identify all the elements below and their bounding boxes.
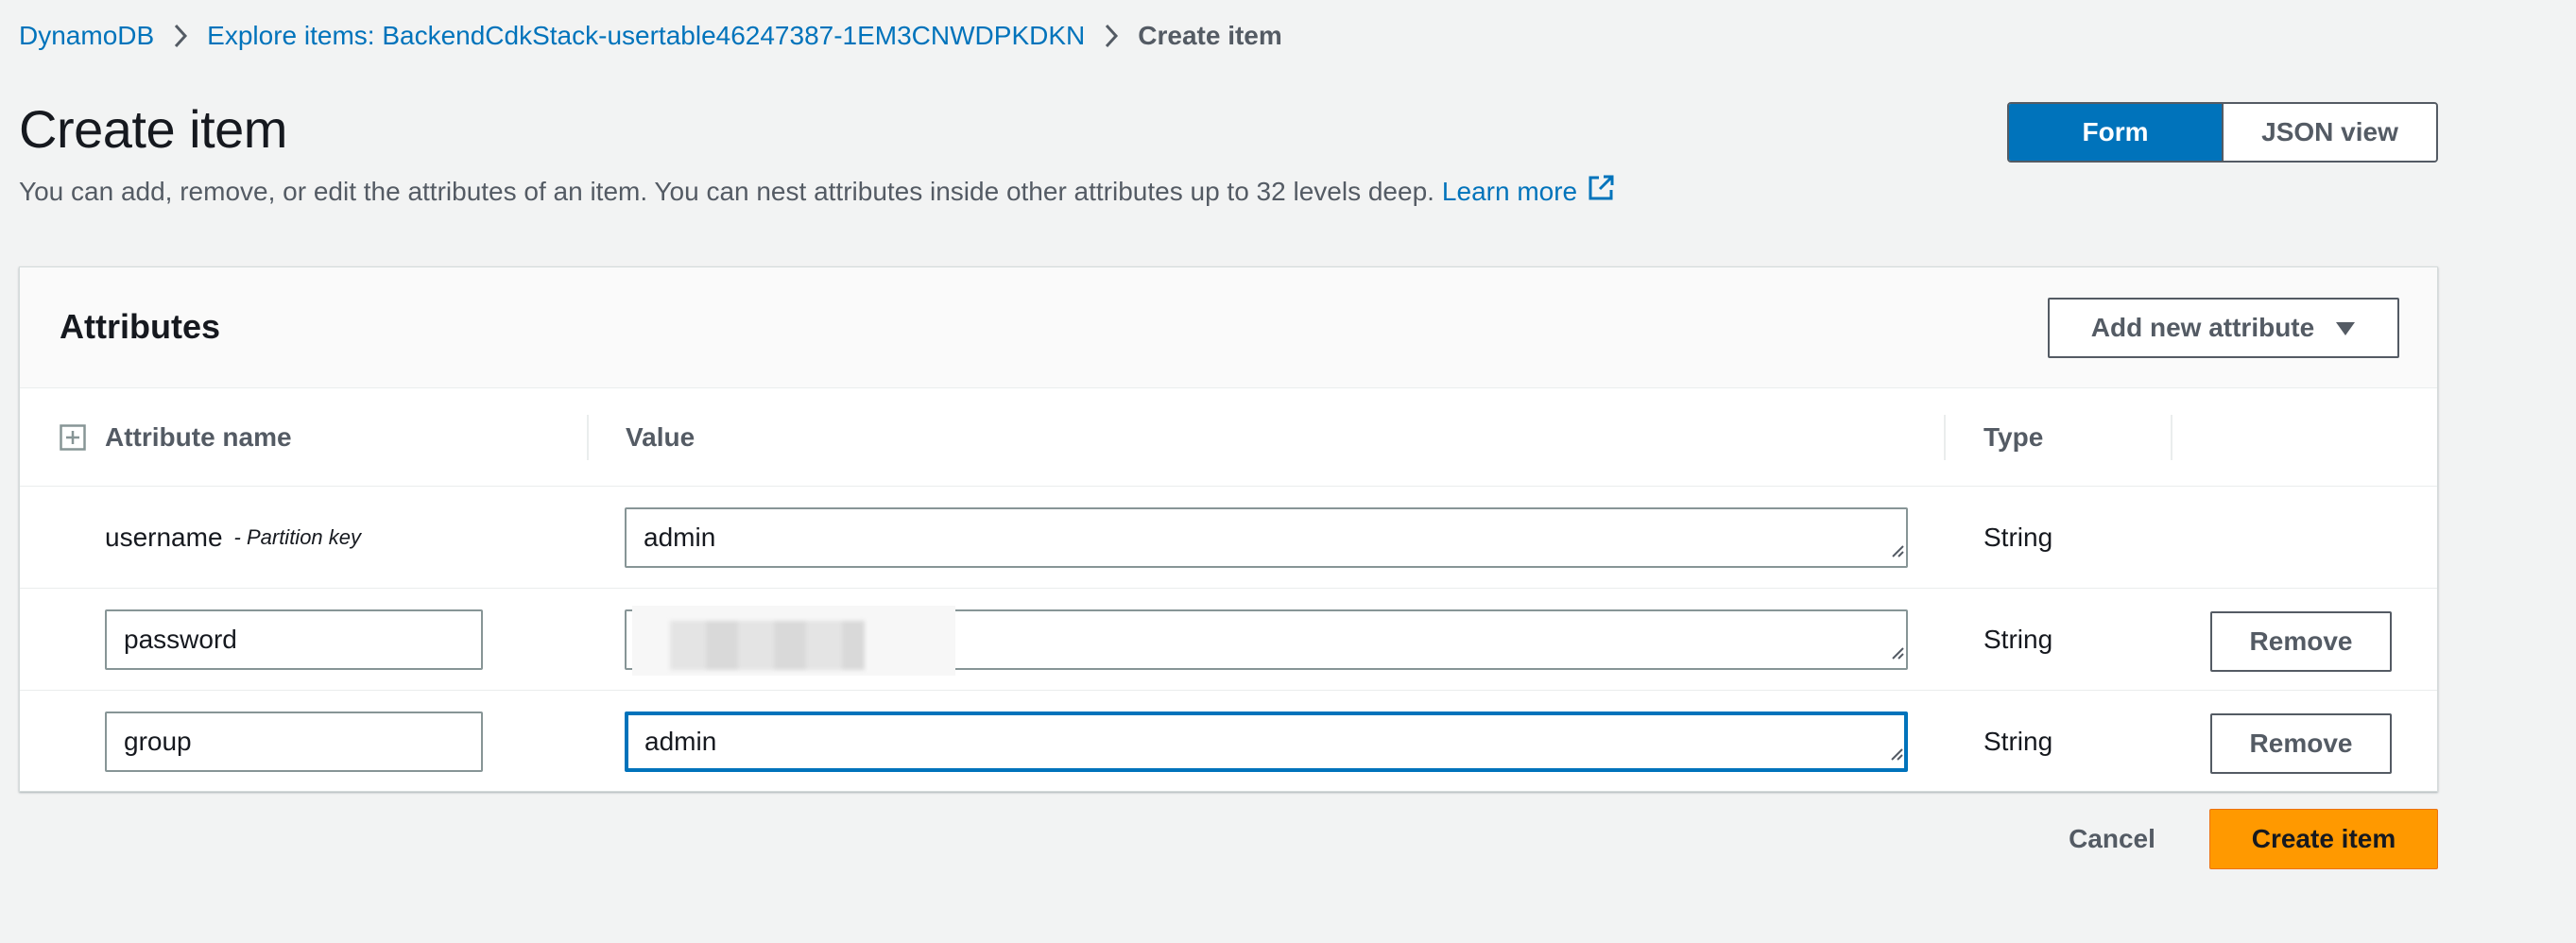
resize-grip-icon[interactable]: [1889, 636, 1904, 666]
column-divider: [587, 415, 589, 460]
breadcrumb: DynamoDB Explore items: BackendCdkStack-…: [19, 19, 1282, 53]
attribute-name-input-password[interactable]: password: [105, 609, 483, 670]
value-text: admin: [644, 523, 716, 552]
attribute-name-input-group[interactable]: group: [105, 712, 483, 772]
page-description: You can add, remove, or edit the attribu…: [19, 174, 1615, 209]
attribute-row-password: password String Remove: [20, 589, 2437, 691]
value-input-username[interactable]: admin: [625, 507, 1908, 568]
create-item-button[interactable]: Create item: [2209, 809, 2438, 869]
resize-grip-icon[interactable]: [1889, 534, 1904, 564]
breadcrumb-current: Create item: [1138, 21, 1282, 50]
add-new-attribute-button[interactable]: Add new attribute: [2048, 298, 2399, 358]
type-cell: String: [1984, 727, 2053, 756]
breadcrumb-explore-items[interactable]: Explore items: BackendCdkStack-usertable…: [207, 21, 1085, 51]
column-header-type: Type: [1984, 422, 2044, 452]
attributes-panel: Attributes Add new attribute Attribute n…: [19, 266, 2438, 792]
column-divider: [1944, 415, 1946, 460]
learn-more-link[interactable]: Learn more: [1442, 174, 1615, 209]
attribute-row-group: group admin String Remove: [20, 691, 2437, 793]
breadcrumb-dynamodb[interactable]: DynamoDB: [19, 21, 154, 51]
column-header-row: Attribute name Value Type: [20, 388, 2437, 487]
chevron-right-icon: [1104, 24, 1119, 48]
remove-button-group[interactable]: Remove: [2210, 713, 2392, 774]
column-divider: [2171, 415, 2172, 460]
type-cell: String: [1984, 523, 2053, 552]
json-view-button[interactable]: JSON view: [2222, 104, 2436, 161]
partition-key-name: username - Partition key: [105, 487, 361, 589]
attributes-title: Attributes: [60, 307, 220, 346]
value-text: admin: [644, 727, 717, 756]
description-text: You can add, remove, or edit the attribu…: [19, 176, 1434, 206]
attribute-name-text: username: [105, 523, 223, 552]
redacted-value: [632, 606, 955, 676]
expand-all-icon[interactable]: [60, 424, 86, 457]
partition-key-note: - Partition key: [233, 525, 362, 549]
caret-down-icon: [2335, 313, 2356, 343]
form-view-button[interactable]: Form: [2009, 104, 2222, 161]
remove-button-password[interactable]: Remove: [2210, 611, 2392, 672]
redaction-blur: [670, 621, 865, 670]
panel-header: Attributes Add new attribute: [20, 267, 2437, 388]
column-header-value: Value: [626, 422, 696, 452]
add-attribute-label: Add new attribute: [2090, 313, 2315, 342]
name-text: group: [124, 727, 192, 756]
value-input-password[interactable]: [625, 606, 1908, 676]
value-input-group[interactable]: admin: [625, 712, 1908, 772]
column-header-name: Attribute name: [105, 422, 292, 452]
name-text: password: [124, 625, 237, 654]
learn-more-label: Learn more: [1441, 176, 1578, 206]
cancel-button[interactable]: Cancel: [2052, 809, 2172, 869]
resize-grip-icon[interactable]: [1888, 737, 1903, 767]
chevron-right-icon: [173, 24, 188, 48]
type-cell: String: [1984, 625, 2053, 654]
external-link-icon: [1587, 174, 1615, 209]
attribute-row-username: username - Partition key admin String: [20, 487, 2437, 589]
page-title: Create item: [19, 99, 287, 159]
view-toggle: Form JSON view: [2007, 102, 2438, 163]
